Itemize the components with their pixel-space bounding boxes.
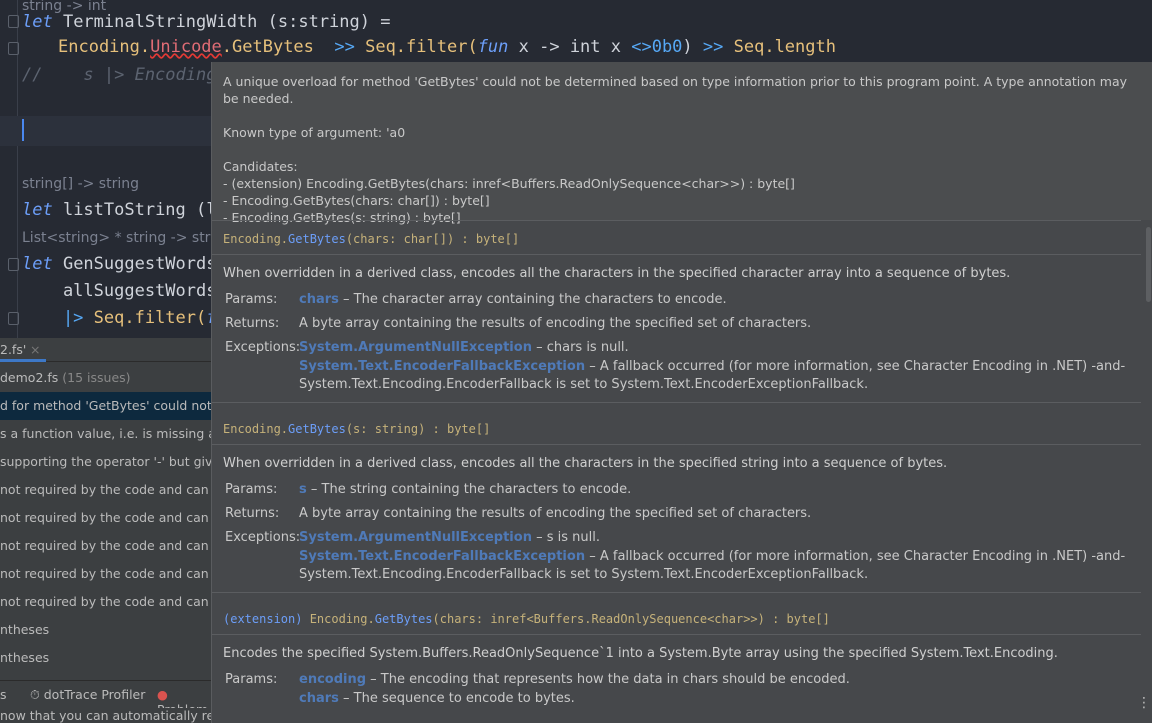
divider xyxy=(212,220,1141,221)
code-line: let listToString (ls: xyxy=(22,200,237,220)
exception-link[interactable]: System.ArgumentNullException xyxy=(299,340,532,355)
exception: System.ArgumentNullException – chars is … xyxy=(299,340,629,355)
problem-row[interactable]: not required by the code and can b xyxy=(0,504,211,532)
candidate: - Encoding.GetBytes(chars: char[]) : byt… xyxy=(223,193,490,208)
overload-description: Encodes the specified System.Buffers.Rea… xyxy=(223,646,1058,661)
problem-row[interactable]: d for method 'GetBytes' could not b xyxy=(0,392,211,420)
returns-label: Returns: xyxy=(225,316,280,331)
problem-row[interactable]: not required by the code and can b xyxy=(0,560,211,588)
code-line: Encoding.Unicode.GetBytes >> Seq.filter(… xyxy=(58,37,836,57)
error-message: A unique overload for method 'GetBytes' … xyxy=(223,74,1128,106)
problem-row[interactable]: not required by the code and can b xyxy=(0,532,211,560)
code-line: let TerminalStringWidth (s:string) = xyxy=(22,12,391,32)
overload-signature: Encoding.GetBytes(s: string) : byte[] xyxy=(223,422,491,436)
problems-panel: 2.fs' × demo2.fs (15 issues) d for metho… xyxy=(0,338,211,723)
stopwatch-icon: ⏱ xyxy=(30,687,40,702)
exceptions-label: Exceptions: xyxy=(225,530,301,545)
exception-link[interactable]: System.ArgumentNullException xyxy=(299,530,532,545)
error-details: A unique overload for method 'GetBytes' … xyxy=(212,62,1152,225)
code-line: let GenSuggestWords(a xyxy=(22,254,237,274)
tool-tab[interactable]: s xyxy=(0,687,7,702)
fold-icon[interactable] xyxy=(8,258,19,271)
divider xyxy=(212,402,1141,403)
known-type: Known type of argument: 'a0 xyxy=(223,125,406,140)
exception-continued: System.Text.Encoding.EncoderFallback is … xyxy=(299,567,869,582)
fold-icon[interactable] xyxy=(8,312,19,325)
problem-row[interactable]: s a function value, i.e. is missing argu xyxy=(0,420,211,448)
tool-window-bar: s ⏱ dotTrace Profiler ● Problem xyxy=(0,680,211,717)
overload-description: When overridden in a derived class, enco… xyxy=(223,266,1011,281)
params-label: Params: xyxy=(225,672,278,687)
fold-icon[interactable] xyxy=(8,15,19,28)
returns-text: A byte array containing the results of e… xyxy=(299,316,812,331)
params-label: Params: xyxy=(225,482,278,497)
error-icon: ● xyxy=(157,687,168,702)
exception: System.ArgumentNullException – s is null… xyxy=(299,530,600,545)
current-line-highlight xyxy=(0,116,211,146)
status-text: now that you can automatically reset xyxy=(0,708,234,723)
overload-signature: Encoding.GetBytes(chars: char[]) : byte[… xyxy=(223,232,520,246)
tooltip-scrollbar[interactable] xyxy=(1146,227,1151,302)
param: encoding – The encoding that represents … xyxy=(299,672,850,687)
tab-label: 2.fs' xyxy=(0,342,27,357)
problem-row[interactable]: not required by the code and can b xyxy=(0,588,211,616)
divider xyxy=(212,254,1141,255)
overload-description: When overridden in a derived class, enco… xyxy=(223,456,948,471)
param: chars – The sequence to encode to bytes. xyxy=(299,691,575,706)
type-hint: string[] -> string xyxy=(22,176,139,192)
returns-label: Returns: xyxy=(225,506,280,521)
active-tab-indicator xyxy=(0,359,46,362)
file-node[interactable]: demo2.fs (15 issues) xyxy=(0,364,211,392)
problems-file-tab[interactable]: 2.fs' × xyxy=(0,338,211,362)
param-link[interactable]: s xyxy=(299,482,307,497)
overload-signature: (extension) Encoding.GetBytes(chars: inr… xyxy=(223,612,830,626)
param-link[interactable]: chars xyxy=(299,691,339,706)
type-hint: List<string> * string -> string xyxy=(22,230,233,246)
divider xyxy=(212,634,1141,635)
exception: System.Text.EncoderFallbackException – A… xyxy=(299,359,1126,374)
candidate: - Encoding.GetBytes(s: string) : byte[] xyxy=(223,210,461,225)
code-line: |> Seq.filter(fun xyxy=(22,308,237,328)
candidate: - (extension) Encoding.GetBytes(chars: i… xyxy=(223,176,795,191)
quick-doc-tooltip: A unique overload for method 'GetBytes' … xyxy=(211,62,1152,723)
problem-row[interactable]: ntheses xyxy=(0,616,211,644)
tool-tab-dottrace[interactable]: ⏱ dotTrace Profiler xyxy=(30,687,145,703)
divider xyxy=(212,592,1141,593)
params-label: Params: xyxy=(225,292,278,307)
candidates-title: Candidates: xyxy=(223,159,298,174)
problem-row[interactable]: supporting the operator '-' but give xyxy=(0,448,211,476)
divider xyxy=(212,444,1141,445)
exceptions-label: Exceptions: xyxy=(225,340,301,355)
exception: System.Text.EncoderFallbackException – A… xyxy=(299,549,1126,564)
fold-icon[interactable] xyxy=(8,42,19,55)
problem-row[interactable]: not required by the code and can b xyxy=(0,476,211,504)
close-icon[interactable]: × xyxy=(30,342,40,357)
param-link[interactable]: chars xyxy=(299,292,339,307)
param: s – The string containing the characters… xyxy=(299,482,632,497)
param-link[interactable]: encoding xyxy=(299,672,366,687)
error-squiggle: Unicode xyxy=(150,37,222,57)
returns-text: A byte array containing the results of e… xyxy=(299,506,812,521)
code-line: allSuggestWords:L xyxy=(22,281,237,301)
more-options-icon[interactable]: ⋮ xyxy=(1137,695,1151,711)
text-caret xyxy=(22,119,24,141)
exception-link[interactable]: System.Text.EncoderFallbackException xyxy=(299,359,585,374)
exception-link[interactable]: System.Text.EncoderFallbackException xyxy=(299,549,585,564)
problem-row[interactable]: ntheses xyxy=(0,644,211,672)
exception-continued: System.Text.Encoding.EncoderFallback is … xyxy=(299,377,869,392)
code-comment: // s |> Encoding xyxy=(22,65,217,85)
param: chars – The character array containing t… xyxy=(299,292,727,307)
